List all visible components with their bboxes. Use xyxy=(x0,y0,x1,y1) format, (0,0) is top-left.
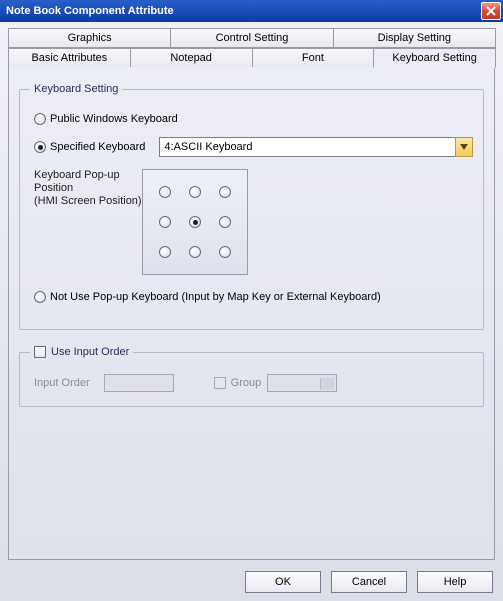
keyboard-setting-legend: Keyboard Setting xyxy=(30,83,122,95)
group-label: Group xyxy=(231,377,262,389)
specified-keyboard-label: Specified Keyboard xyxy=(50,141,145,153)
title-bar: Note Book Component Attribute xyxy=(0,0,503,22)
popup-position-row: Keyboard Pop-up Position (HMI Screen Pos… xyxy=(34,169,473,275)
use-input-order-label: Use Input Order xyxy=(51,346,129,358)
help-button[interactable]: Help xyxy=(417,571,493,593)
public-keyboard-label: Public Windows Keyboard xyxy=(50,113,178,125)
tab-graphics[interactable]: Graphics xyxy=(8,28,171,48)
popup-pos-7[interactable] xyxy=(189,246,201,258)
popup-pos-4[interactable] xyxy=(189,216,201,228)
button-bar: OK Cancel Help xyxy=(245,571,493,593)
popup-pos-8[interactable] xyxy=(219,246,231,258)
tab-font[interactable]: Font xyxy=(252,48,375,68)
popup-pos-1[interactable] xyxy=(189,186,201,198)
popup-position-label: Keyboard Pop-up Position (HMI Screen Pos… xyxy=(34,169,142,275)
popup-pos-5[interactable] xyxy=(219,216,231,228)
tab-body: Keyboard Setting Public Windows Keyboard… xyxy=(8,67,495,560)
public-keyboard-row: Public Windows Keyboard xyxy=(34,113,473,125)
cancel-button[interactable]: Cancel xyxy=(331,571,407,593)
specified-keyboard-radio[interactable] xyxy=(34,141,46,153)
close-button[interactable] xyxy=(481,2,501,20)
notuse-keyboard-row: Not Use Pop-up Keyboard (Input by Map Ke… xyxy=(34,291,473,303)
input-order-group: Use Input Order Input Order Group xyxy=(19,346,484,407)
group-combobox xyxy=(267,374,337,392)
tab-row-lower: Basic Attributes Notepad Font Keyboard S… xyxy=(8,48,495,68)
specified-keyboard-select[interactable]: 4:ASCII Keyboard xyxy=(159,137,473,157)
public-keyboard-radio[interactable] xyxy=(34,113,46,125)
popup-pos-0[interactable] xyxy=(159,186,171,198)
window-title: Note Book Component Attribute xyxy=(6,5,481,17)
chevron-down-icon xyxy=(460,144,468,150)
tab-strip: Graphics Control Setting Display Setting… xyxy=(8,28,495,68)
group-checkbox xyxy=(214,377,226,389)
notuse-keyboard-label: Not Use Pop-up Keyboard (Input by Map Ke… xyxy=(50,291,381,303)
input-order-field xyxy=(104,374,174,392)
popup-position-grid xyxy=(142,169,248,275)
tab-basic-attributes[interactable]: Basic Attributes xyxy=(8,48,131,68)
input-order-row: Input Order Group xyxy=(34,374,473,392)
use-input-order-checkbox[interactable] xyxy=(34,346,46,358)
tab-row-upper: Graphics Control Setting Display Setting xyxy=(8,28,495,48)
specified-keyboard-row: Specified Keyboard 4:ASCII Keyboard xyxy=(34,137,473,157)
popup-pos-2[interactable] xyxy=(219,186,231,198)
specified-keyboard-value: 4:ASCII Keyboard xyxy=(159,137,455,157)
input-order-legend: Use Input Order xyxy=(30,346,133,358)
keyboard-setting-group: Keyboard Setting Public Windows Keyboard… xyxy=(19,83,484,330)
popup-pos-6[interactable] xyxy=(159,246,171,258)
ok-button[interactable]: OK xyxy=(245,571,321,593)
popup-pos-3[interactable] xyxy=(159,216,171,228)
tab-notepad[interactable]: Notepad xyxy=(130,48,253,68)
notuse-keyboard-radio[interactable] xyxy=(34,291,46,303)
tab-keyboard-setting[interactable]: Keyboard Setting xyxy=(373,48,496,68)
tab-control-setting[interactable]: Control Setting xyxy=(170,28,333,48)
input-order-label: Input Order xyxy=(34,377,90,389)
close-icon xyxy=(486,6,496,16)
specified-keyboard-dropdown-button[interactable] xyxy=(455,137,473,157)
tab-display-setting[interactable]: Display Setting xyxy=(333,28,496,48)
dialog-content: Graphics Control Setting Display Setting… xyxy=(0,22,503,601)
